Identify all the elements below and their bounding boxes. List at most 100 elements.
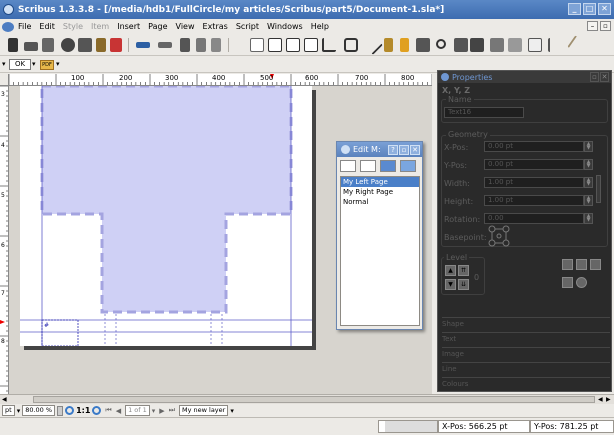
rotation-field[interactable]: 0.00	[484, 213, 584, 224]
xpos-field[interactable]: 0.00 pt	[484, 141, 584, 152]
menu-view[interactable]: View	[172, 22, 199, 31]
master-item-normal[interactable]: Normal	[341, 197, 419, 207]
maximize-button[interactable]: □	[583, 3, 596, 15]
properties-titlebar[interactable]: Properties ▫ ✕	[438, 71, 611, 83]
pdf-annotation-icon[interactable]	[567, 35, 587, 55]
ypos-spinner[interactable]: ▲ ▼	[584, 159, 593, 170]
scrollbar-thumb[interactable]	[33, 396, 595, 403]
properties-palette[interactable]: Properties ▫ ✕ X, Y, Z Name Text16 Geome…	[437, 70, 612, 392]
undo-icon[interactable]	[136, 42, 150, 48]
ypos-field[interactable]: 0.00 pt	[484, 159, 584, 170]
select-tool-icon[interactable]	[250, 38, 264, 52]
flip-horizontal-icon[interactable]	[562, 259, 573, 270]
layer-dropdown-icon[interactable]: ▾	[230, 407, 234, 415]
measure-icon[interactable]	[508, 38, 522, 52]
zoom-out-icon[interactable]	[65, 406, 75, 415]
edit-master-pages-dialog[interactable]: Edit M: ? ▫ ✕ My Left Page My Right Page…	[336, 141, 423, 330]
rotation-spinner[interactable]: ▲ ▼	[584, 213, 593, 224]
edit-contents-icon[interactable]	[454, 38, 468, 52]
first-page-icon[interactable]: ⏮	[105, 406, 111, 415]
link-frames-icon[interactable]	[470, 38, 484, 52]
level-down-icon[interactable]: ▼	[445, 279, 456, 290]
horizontal-ruler[interactable]: 100 200 300 400 500 600 700 800	[9, 74, 432, 86]
pdf-dropdown-icon[interactable]: ▾	[56, 60, 60, 68]
section-shape[interactable]: Shape	[442, 317, 610, 331]
close-doc-icon[interactable]	[61, 38, 75, 52]
menu-page[interactable]: Page	[144, 22, 171, 31]
scroll-left-end-icon[interactable]: ◀	[598, 396, 603, 403]
lock-icon[interactable]	[576, 259, 587, 270]
masters-dialog-titlebar[interactable]: Edit M: ? ▫ ✕	[337, 142, 422, 157]
menu-file[interactable]: File	[14, 22, 35, 31]
master-pages-list[interactable]: My Left Page My Right Page Normal	[340, 176, 420, 326]
scroll-right-icon[interactable]: ▶	[606, 396, 611, 403]
no-print-icon[interactable]	[576, 277, 587, 288]
bezier-icon[interactable]	[384, 38, 393, 52]
paste-icon[interactable]	[211, 38, 221, 52]
height-spinner[interactable]: ▲ ▼	[584, 195, 593, 206]
vertical-ruler[interactable]: 3 4 5 6 7 8	[0, 86, 9, 394]
import-master-icon[interactable]	[380, 160, 396, 172]
flip-vertical-icon[interactable]	[590, 259, 601, 270]
delete-master-icon[interactable]	[400, 160, 416, 172]
copy-properties-icon[interactable]	[528, 38, 542, 52]
table-icon[interactable]	[304, 38, 318, 52]
maximize-dialog-button[interactable]: ▫	[399, 144, 409, 155]
tab-xyz[interactable]: X, Y, Z	[442, 86, 470, 95]
text-frame-icon[interactable]	[268, 38, 282, 52]
open-folder-icon[interactable]	[24, 42, 38, 51]
minimize-button[interactable]: _	[568, 3, 581, 15]
image-frame-icon[interactable]	[286, 38, 300, 52]
zoom-spinner[interactable]	[57, 405, 64, 416]
rotate-icon[interactable]	[416, 38, 430, 52]
raise-to-top-icon[interactable]: ⇈	[458, 265, 469, 276]
doc-restore-button[interactable]: ▫	[600, 21, 611, 31]
polygon-icon[interactable]	[344, 38, 358, 52]
close-button[interactable]: ✕	[598, 3, 611, 15]
section-colours[interactable]: Colours	[442, 377, 610, 391]
redo-icon[interactable]	[158, 42, 172, 48]
keep-ratio-icon[interactable]	[596, 175, 601, 203]
properties-close-button[interactable]: ✕	[600, 72, 609, 82]
unit-dropdown-icon[interactable]: ▾	[17, 407, 21, 415]
new-master-icon[interactable]	[340, 160, 356, 172]
save-icon[interactable]	[42, 38, 54, 52]
width-spinner[interactable]: ▲ ▼	[584, 177, 593, 188]
new-document-icon[interactable]	[8, 38, 18, 52]
shape-icon[interactable]	[322, 38, 336, 52]
layer-select[interactable]: My new layer	[179, 405, 229, 416]
menu-script[interactable]: Script	[232, 22, 263, 31]
page-dropdown-icon[interactable]: ▾	[152, 407, 156, 415]
menu-extras[interactable]: Extras	[199, 22, 232, 31]
copy-icon[interactable]	[196, 38, 206, 52]
last-page-icon[interactable]: ⏭	[169, 406, 175, 415]
menu-item[interactable]: Item	[87, 22, 113, 31]
document-page[interactable]: #	[20, 86, 312, 346]
zoom-icon[interactable]	[436, 39, 446, 49]
level-up-icon[interactable]: ▲	[445, 265, 456, 276]
duplicate-master-icon[interactable]	[360, 160, 376, 172]
eyedropper-icon[interactable]	[548, 38, 562, 52]
doc-minimize-button[interactable]: –	[587, 21, 598, 31]
zoom-in-icon[interactable]	[92, 406, 102, 415]
xpos-spinner[interactable]: ▲ ▼	[584, 141, 593, 152]
section-line[interactable]: Line	[442, 362, 610, 376]
section-text[interactable]: Text	[442, 332, 610, 346]
properties-float-button[interactable]: ▫	[590, 72, 599, 82]
t-shaped-text-frame[interactable]	[40, 86, 293, 314]
zoom-ratio[interactable]: 1:1	[76, 406, 90, 415]
width-field[interactable]: 1.00 pt	[484, 177, 584, 188]
section-image[interactable]: Image	[442, 347, 610, 361]
ok-button[interactable]: OK	[9, 59, 31, 70]
scroll-left-icon[interactable]: ◀	[2, 396, 7, 403]
basepoint-selector[interactable]	[488, 225, 510, 247]
line-icon[interactable]	[363, 35, 383, 55]
next-page-icon[interactable]: ▶	[159, 407, 164, 415]
previous-page-icon[interactable]: ◀	[116, 407, 121, 415]
horizontal-scrollbar[interactable]: ◀ ◀ ▶	[0, 394, 614, 404]
help-button[interactable]: ?	[388, 144, 398, 155]
size-lock-icon[interactable]	[562, 277, 573, 288]
pdf-button[interactable]: PDF	[40, 60, 54, 70]
master-item-my-left-page[interactable]: My Left Page	[341, 177, 419, 187]
page-select[interactable]: 1 of 1	[125, 405, 150, 416]
